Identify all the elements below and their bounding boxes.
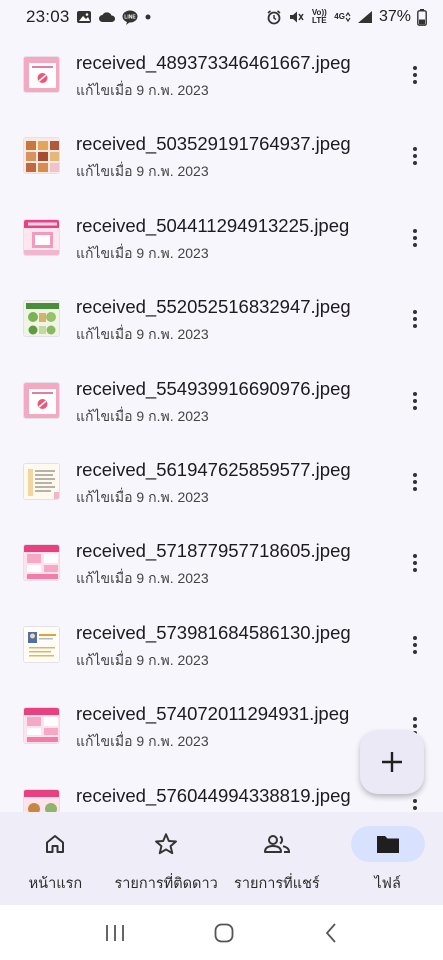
file-thumbnail: [23, 300, 60, 338]
file-modified-date: แก้ไขเมื่อ 9 ก.พ. 2023: [76, 244, 209, 261]
file-thumbnail: [23, 788, 60, 812]
file-modified-date: แก้ไขเมื่อ 9 ก.พ. 2023: [76, 326, 209, 343]
nav-files-label: ไฟล์: [374, 876, 401, 892]
more-options-icon[interactable]: [404, 632, 426, 658]
file-list[interactable]: received_489373346461667.jpeg แก้ไขเมื่อ …: [0, 34, 443, 812]
nav-home-icon-container: [18, 826, 92, 862]
nav-starred-icon-container: [129, 826, 203, 862]
more-options-icon[interactable]: [404, 143, 426, 169]
nav-home[interactable]: หน้าแรก: [0, 812, 111, 905]
people-icon: [263, 832, 291, 856]
svg-text:LINE: LINE: [124, 14, 136, 20]
bottom-navigation: หน้าแรก รายการที่ติดดาว รายการที่แชร์ ไฟ…: [0, 812, 443, 905]
home-icon: [43, 832, 67, 856]
battery-percent: 37%: [378, 8, 411, 25]
file-row[interactable]: received_561947625859577.jpeg แก้ไขเมื่อ …: [0, 441, 443, 522]
nav-files[interactable]: ไฟล์: [332, 812, 443, 905]
back-icon[interactable]: [323, 922, 339, 944]
4g-icon: 4G: [334, 11, 351, 23]
file-modified-date: แก้ไขเมื่อ 9 ก.พ. 2023: [76, 733, 209, 750]
file-modified-date: แก้ไขเมื่อ 9 ก.พ. 2023: [76, 407, 209, 424]
more-options-icon[interactable]: [404, 469, 426, 495]
file-thumbnail: [23, 463, 60, 500]
file-name: received_561947625859577.jpeg: [76, 459, 351, 480]
star-icon: [153, 831, 179, 857]
file-modified-date: แก้ไขเมื่อ 9 ก.พ. 2023: [76, 82, 209, 98]
nav-files-icon-container: [350, 826, 425, 862]
more-options-icon[interactable]: [404, 306, 426, 332]
alarm-icon: [266, 9, 282, 25]
file-row[interactable]: received_552052516832947.jpeg แก้ไขเมื่อ …: [0, 278, 443, 359]
file-name: received_571877957718605.jpeg: [76, 540, 351, 562]
file-name: received_489373346461667.jpeg: [76, 52, 351, 73]
file-row[interactable]: received_573981684586130.jpeg แก้ไขเมื่อ …: [0, 604, 443, 685]
file-modified-date: แก้ไขเมื่อ 9 ก.พ. 2023: [76, 489, 209, 505]
file-name: received_576044994338819.jpeg: [76, 784, 351, 806]
more-options-icon[interactable]: [404, 62, 426, 88]
file-thumbnail: [23, 56, 60, 93]
line-app-icon: LINE: [122, 10, 138, 25]
nav-home-label: หน้าแรก: [28, 876, 83, 892]
signal-icon: [357, 10, 373, 24]
folder-icon: [376, 834, 400, 854]
nav-shared-icon-container: [240, 826, 314, 862]
file-modified-date: แก้ไขเมื่อ 9 ก.พ. 2023: [76, 570, 209, 587]
file-row[interactable]: received_571877957718605.jpeg แก้ไขเมื่อ …: [0, 522, 443, 603]
file-thumbnail: [23, 625, 60, 663]
file-name: received_574072011294931.jpeg: [76, 703, 350, 725]
file-name: received_573981684586130.jpeg: [76, 621, 351, 643]
nav-shared[interactable]: รายการที่แชร์: [222, 812, 333, 905]
file-name: received_503529191764937.jpeg: [76, 133, 351, 155]
plus-icon: [379, 749, 405, 775]
nav-starred-label: รายการที่ติดดาว: [114, 876, 218, 892]
nav-starred[interactable]: รายการที่ติดดาว: [111, 812, 222, 905]
status-time: 23:03: [26, 7, 70, 26]
mute-icon: [288, 9, 304, 25]
new-button[interactable]: [360, 730, 424, 794]
file-name: received_552052516832947.jpeg: [76, 296, 351, 318]
volte-icon: Vo)) LTE: [311, 8, 327, 25]
dot-icon: [144, 13, 152, 21]
more-options-icon[interactable]: [404, 225, 426, 251]
cloud-icon: [98, 11, 116, 23]
file-row[interactable]: received_503529191764937.jpeg แก้ไขเมื่อ …: [0, 115, 443, 196]
more-options-icon[interactable]: [404, 550, 426, 576]
file-thumbnail: [23, 137, 60, 175]
file-modified-date: แก้ไขเมื่อ 9 ก.พ. 2023: [76, 651, 209, 668]
more-options-icon[interactable]: [404, 795, 426, 812]
recents-icon[interactable]: [104, 923, 126, 943]
system-navigation-bar: [0, 905, 443, 960]
file-thumbnail: [23, 707, 60, 745]
nav-shared-label: รายการที่แชร์: [234, 876, 320, 892]
status-bar: 23:03 LINE Vo)) LTE 4G 37%: [0, 0, 443, 34]
file-row[interactable]: received_489373346461667.jpeg แก้ไขเมื่อ …: [0, 34, 443, 115]
file-thumbnail: [23, 218, 60, 256]
file-thumbnail: [23, 381, 60, 419]
file-row[interactable]: received_504411294913225.jpeg แก้ไขเมื่อ …: [0, 197, 443, 278]
file-name: received_504411294913225.jpeg: [76, 214, 350, 236]
file-thumbnail: [23, 544, 60, 582]
battery-icon: [417, 8, 427, 26]
home-circle-icon[interactable]: [213, 922, 235, 944]
more-options-icon[interactable]: [404, 388, 426, 414]
status-bar-left: 23:03 LINE: [26, 7, 152, 27]
file-modified-date: แก้ไขเมื่อ 9 ก.พ. 2023: [76, 163, 209, 180]
image-icon: [76, 10, 92, 24]
status-bar-right: Vo)) LTE 4G 37%: [266, 8, 427, 26]
file-row[interactable]: received_554939916690976.jpeg แก้ไขเมื่อ …: [0, 360, 443, 441]
file-name: received_554939916690976.jpeg: [76, 377, 351, 399]
